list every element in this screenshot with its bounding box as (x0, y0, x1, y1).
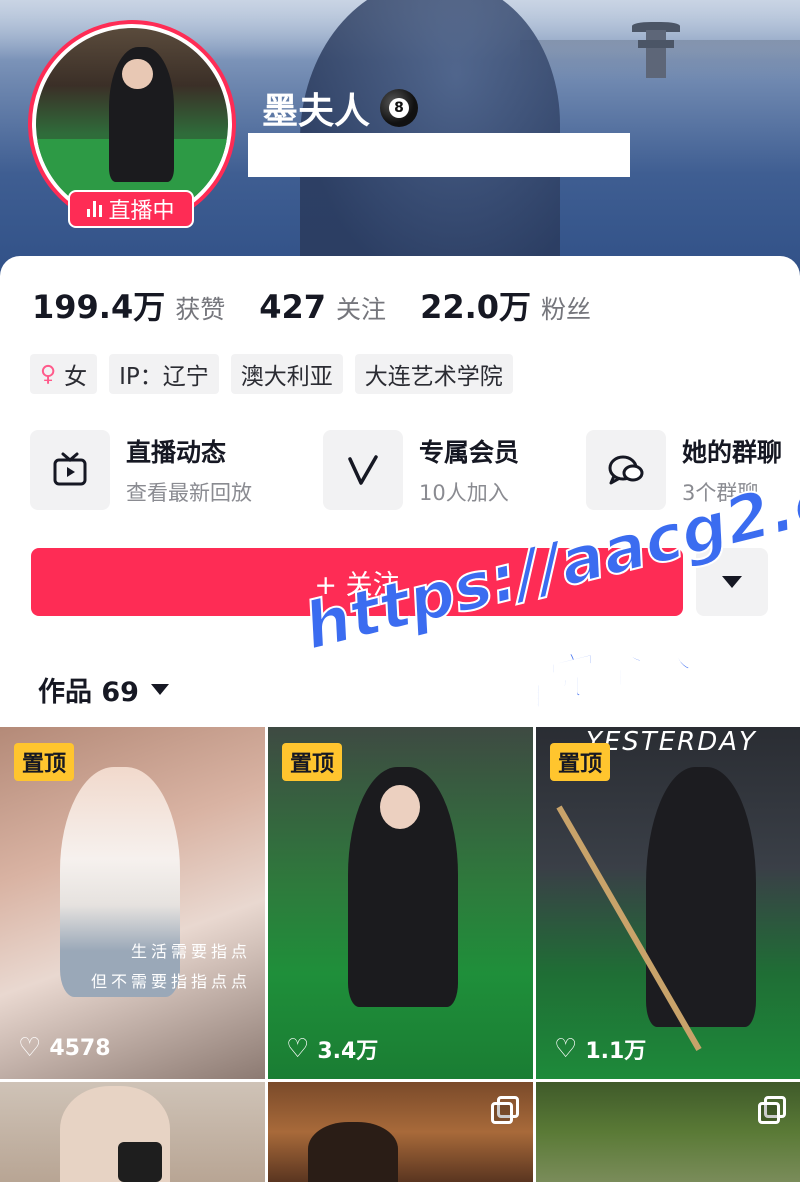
video-likes: ♡ 3.4万 (286, 1033, 378, 1065)
profile-nickname: 墨夫人 8 (262, 82, 419, 134)
video-tile[interactable] (268, 1082, 533, 1182)
tag-location: 澳大利亚 (230, 354, 343, 394)
video-thumbnail (308, 1122, 398, 1182)
feature-group-title: 她的群聊 (682, 438, 783, 467)
chat-icon (586, 430, 666, 510)
female-icon: ♀ (40, 361, 57, 387)
video-tile[interactable]: YESTERDAY 置顶 ♡ 1.1万 (536, 727, 800, 1079)
feature-membership-subtitle: 10人加入 (419, 481, 509, 505)
live-label: 直播中 (108, 199, 175, 224)
tag-school[interactable]: 大连艺术学院 (354, 354, 513, 394)
stat-following-value: 427 (259, 288, 327, 326)
multi-image-icon (491, 1096, 519, 1124)
redacted-id-bar (248, 133, 630, 177)
stat-followers-value: 22.0万 (420, 288, 532, 326)
stat-followers-label: 粉丝 (541, 295, 592, 324)
stat-likes-value: 199.4万 (32, 288, 166, 326)
tag-location-text: 澳大利亚 (240, 364, 333, 390)
feature-live-moments[interactable]: 直播动态 查看最新回放 (30, 430, 252, 510)
v-icon (323, 430, 403, 510)
chevron-down-icon (722, 576, 742, 588)
feature-group-chat[interactable]: 她的群聊 3个群聊 (586, 430, 782, 510)
heart-icon: ♡ (554, 1034, 578, 1064)
video-tile[interactable] (536, 1082, 800, 1182)
feature-live-subtitle: 查看最新回放 (126, 481, 252, 505)
video-tile[interactable] (0, 1082, 265, 1182)
heart-icon: ♡ (18, 1033, 42, 1063)
heart-icon: ♡ (286, 1034, 310, 1064)
video-likes-count: 1.1万 (585, 1039, 647, 1064)
video-tile[interactable]: 置顶 生活需要指点 但不需要指指点点 ♡ 4578 (0, 727, 265, 1079)
video-tile[interactable]: 置顶 ♡ 3.4万 (268, 727, 533, 1079)
pinned-badge: 置顶 (550, 743, 611, 781)
live-bars-icon (87, 201, 103, 217)
phone-in-thumbnail (118, 1142, 162, 1182)
stat-following[interactable]: 427 关注 (259, 288, 386, 326)
banner-pavilion (632, 22, 680, 78)
stat-likes[interactable]: 199.4万 获赞 (32, 282, 225, 328)
feature-membership-title: 专属会员 (419, 438, 520, 467)
video-caption-line1: 生活需要指点 (130, 942, 251, 961)
eight-ball-icon: 8 (380, 89, 419, 127)
follow-button-label: + 关注 (314, 569, 400, 601)
feature-membership[interactable]: 专属会员 10人加入 (323, 430, 519, 510)
tag-gender-text: 女 (64, 364, 88, 390)
video-overlay-text: YESTERDAY (586, 727, 757, 757)
video-likes: ♡ 1.1万 (554, 1033, 646, 1065)
tag-ip-text: IP：辽宁 (119, 364, 209, 390)
video-caption-line2: 但不需要指指点点 (90, 972, 251, 991)
live-badge[interactable]: 直播中 (68, 190, 194, 228)
tab-works[interactable]: 作品 69 (38, 670, 169, 709)
tag-school-text: 大连艺术学院 (364, 364, 503, 390)
video-likes: ♡ 4578 (18, 1033, 111, 1063)
tag-ip: IP：辽宁 (109, 354, 219, 394)
tv-icon (30, 430, 110, 510)
video-caption: 生活需要指点 但不需要指指点点 (91, 937, 251, 997)
nickname-text: 墨夫人 (262, 91, 371, 132)
stat-followers[interactable]: 22.0万 粉丝 (420, 282, 591, 328)
feature-row: 直播动态 查看最新回放 专属会员 10人加入 她的群聊 3个群聊 (30, 430, 800, 510)
multi-image-icon (758, 1096, 786, 1124)
feature-live-title: 直播动态 (126, 438, 227, 467)
video-grid: 置顶 生活需要指点 但不需要指指点点 ♡ 4578 置顶 ♡ 3.4万 YEST… (0, 727, 800, 1182)
profile-stats: 199.4万 获赞 427 关注 22.0万 粉丝 (32, 282, 591, 328)
profile-tags: ♀ 女 IP：辽宁 澳大利亚 大连艺术学院 (30, 354, 513, 394)
pinned-badge: 置顶 (282, 743, 343, 781)
feature-group-subtitle: 3个群聊 (682, 481, 759, 505)
stat-likes-label: 获赞 (175, 295, 226, 324)
video-likes-count: 3.4万 (317, 1039, 379, 1064)
video-likes-count: 4578 (49, 1035, 111, 1061)
tab-works-label: 作品 69 (38, 677, 139, 708)
follow-button[interactable]: + 关注 (31, 548, 683, 616)
stat-following-label: 关注 (336, 295, 387, 324)
more-options-button[interactable] (696, 548, 768, 616)
tag-gender: ♀ 女 (30, 354, 98, 394)
pinned-badge: 置顶 (14, 743, 75, 781)
caret-down-icon (150, 684, 169, 695)
